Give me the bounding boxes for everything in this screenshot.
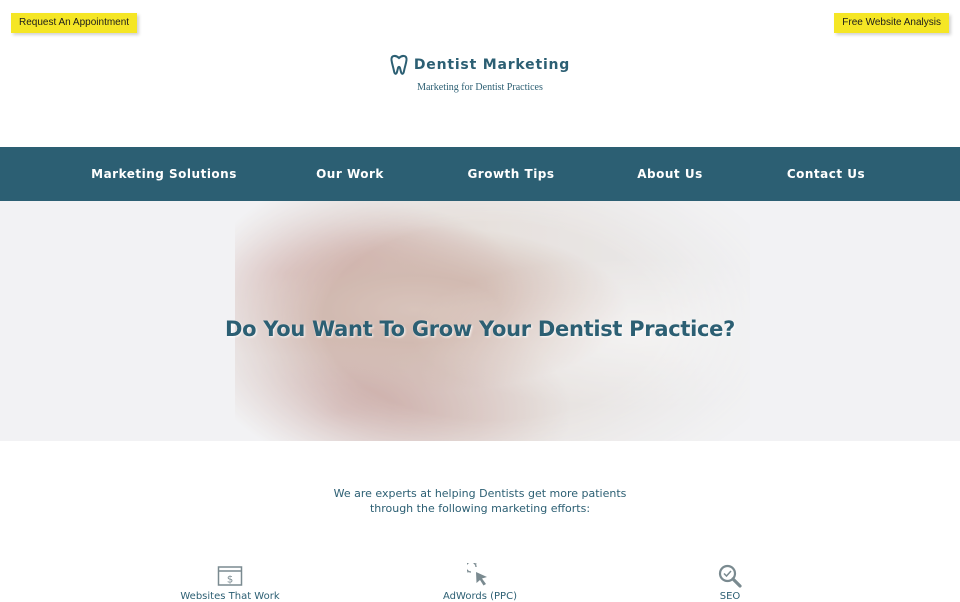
request-appointment-button[interactable]: Request An Appointment (11, 13, 138, 33)
nav-item-marketing-solutions[interactable]: Marketing Solutions (91, 147, 237, 201)
nav-item-contact-us[interactable]: Contact Us (787, 147, 865, 201)
intro-line-2: through the following marketing efforts: (369, 502, 591, 515)
svg-text:$: $ (227, 575, 233, 586)
nav-item-growth-tips[interactable]: Growth Tips (467, 147, 554, 201)
feature-websites[interactable]: $ Websites That Work (130, 563, 330, 602)
brand-name: Dentist Marketing (413, 57, 571, 73)
feature-adwords-label: AdWords (PPC) (443, 591, 517, 602)
intro-text: We are experts at helping Dentists get m… (0, 486, 960, 516)
feature-adwords[interactable]: AdWords (PPC) (380, 563, 580, 602)
main-nav: Marketing Solutions Our Work Growth Tips… (0, 147, 960, 201)
hero-banner: Do You Want To Grow Your Dentist Practic… (0, 201, 960, 441)
hero-title: Do You Want To Grow Your Dentist Practic… (225, 317, 735, 341)
website-dollar-icon: $ (217, 566, 243, 586)
nav-item-about-us[interactable]: About Us (637, 147, 702, 201)
cursor-click-icon (467, 563, 487, 586)
magnifier-icon (718, 564, 742, 588)
brand-logo[interactable]: Dentist Marketing (0, 54, 960, 76)
nav-item-our-work[interactable]: Our Work (316, 147, 384, 201)
intro-line-1: We are experts at helping Dentists get m… (333, 487, 627, 500)
free-website-analysis-button[interactable]: Free Website Analysis (834, 13, 949, 33)
tooth-icon (390, 54, 408, 75)
feature-seo-label: SEO (719, 591, 741, 602)
brand-tagline: Marketing for Dentist Practices (417, 82, 543, 93)
feature-seo[interactable]: SEO (630, 563, 830, 602)
feature-websites-label: Websites That Work (180, 591, 280, 602)
